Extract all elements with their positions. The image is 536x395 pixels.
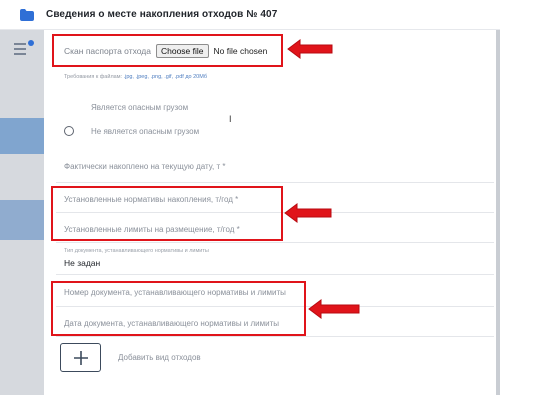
divider: [56, 336, 494, 337]
highlight-box-passport-scan: [52, 34, 283, 67]
add-waste-label: Добавить вид отходов: [118, 353, 201, 362]
doc-type-select[interactable]: Не задан: [64, 258, 100, 268]
accumulated-field[interactable]: Фактически накоплено на текущую дату, т …: [64, 162, 494, 171]
highlight-box-norms-limits: [51, 186, 283, 241]
sidebar-highlight: [0, 118, 44, 154]
background-sidebar: [0, 30, 44, 395]
divider: [56, 274, 494, 275]
dialog-header: Сведения о месте накопления отходов № 40…: [0, 0, 500, 30]
divider: [56, 182, 494, 183]
radio-dangerous-row[interactable]: Является опасным грузом: [64, 102, 188, 112]
red-arrow-icon: [284, 203, 332, 223]
dialog-title: Сведения о месте накопления отходов № 40…: [46, 9, 278, 20]
radio-dangerous-label: Является опасным грузом: [91, 102, 189, 112]
highlight-box-document-fields: [51, 281, 306, 336]
sidebar-highlight-secondary: [0, 200, 44, 240]
file-requirements-prefix: Требования к файлам:: [64, 74, 123, 80]
add-waste-button[interactable]: [60, 343, 101, 372]
radio-dangerous[interactable]: [64, 102, 74, 112]
divider: [56, 242, 494, 243]
folder-icon: [20, 8, 34, 21]
file-requirements-extensions: .jpg, .jpeg, .png, .gif, .pdf до 20Мб: [123, 74, 207, 80]
radio-not-dangerous[interactable]: [64, 126, 74, 136]
plus-icon: [73, 350, 88, 365]
radio-not-dangerous-row[interactable]: Не является опасным грузом: [64, 126, 199, 136]
list-menu-icon[interactable]: [14, 40, 34, 58]
red-arrow-icon: [308, 299, 360, 319]
red-arrow-icon: [287, 39, 333, 59]
text-cursor-icon: I: [229, 114, 232, 124]
file-requirements-hint: Требования к файлам: .jpg, .jpeg, .png, …: [64, 74, 207, 80]
radio-not-dangerous-label: Не является опасным грузом: [91, 126, 200, 136]
doc-type-caption: Тип документа, устанавливающего норматив…: [64, 248, 209, 254]
